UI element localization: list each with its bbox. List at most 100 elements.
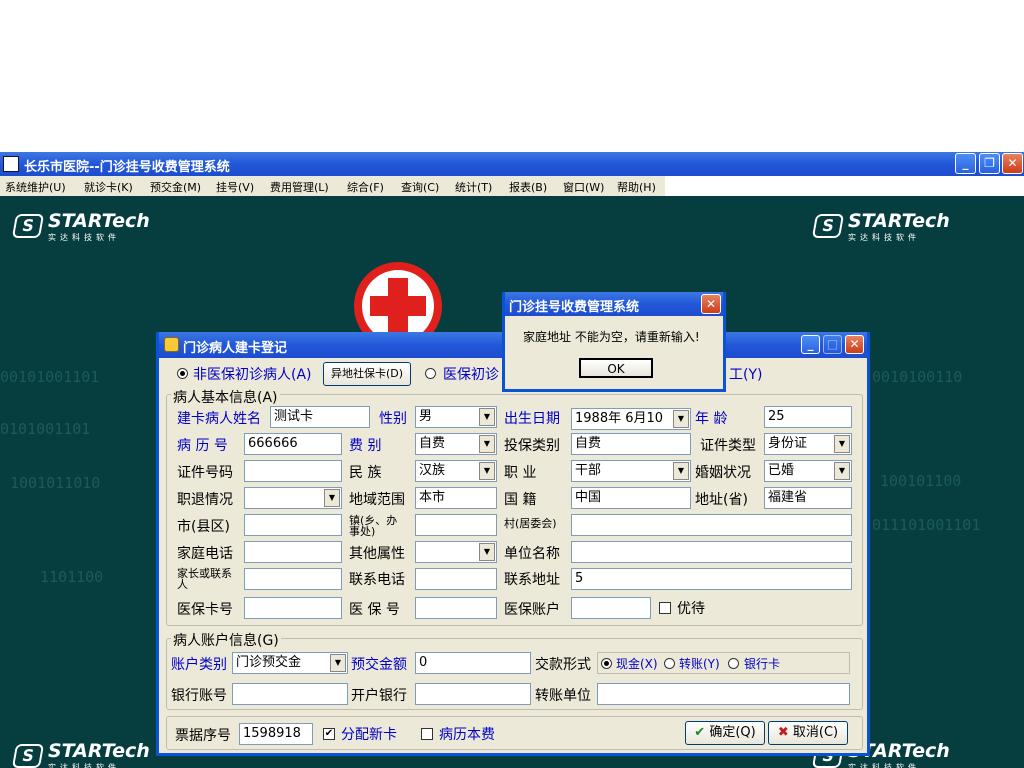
chevron-down-icon: ▼ (330, 654, 346, 672)
nation-label: 国 籍 (504, 492, 537, 508)
restore-button[interactable]: ❐ (979, 153, 1000, 174)
insure-no-field[interactable] (415, 597, 497, 619)
dialog-title: 门诊病人建卡登记 (183, 341, 288, 356)
radio-pay-transfer[interactable] (664, 658, 675, 669)
pay-cash-label[interactable]: 现金(X) (616, 655, 658, 672)
menu-stats[interactable]: 统计(T) (455, 179, 492, 195)
id-no-field[interactable] (244, 460, 342, 482)
menu-register[interactable]: 挂号(V) (216, 179, 254, 195)
home-phone-label: 家庭电话 (177, 546, 233, 562)
cancel-button[interactable]: ✖ 取消(C) (768, 721, 848, 745)
other-attr-select[interactable]: ▼ (415, 541, 497, 563)
receipt-field[interactable]: 1598918 (239, 723, 313, 745)
age-field[interactable]: 25 (764, 406, 852, 428)
bank-field[interactable] (415, 683, 531, 705)
deposit-field[interactable]: 0 (415, 652, 531, 674)
record-fee-checkbox[interactable] (421, 728, 433, 740)
priority-checkbox[interactable] (659, 602, 671, 614)
msgbox-ok-button[interactable]: OK (579, 358, 653, 378)
transfer-unit-field[interactable] (597, 683, 850, 705)
birth-date-picker[interactable]: 1988年 6月10 ▼ (571, 408, 691, 430)
city-label: 市(县区) (177, 519, 230, 535)
village-label: 村(居委会) (504, 517, 557, 530)
bank-acct-field[interactable] (232, 683, 348, 705)
radio-pay-bank[interactable] (728, 658, 739, 669)
app-icon (3, 156, 19, 172)
home-phone-field[interactable] (244, 541, 342, 563)
chevron-down-icon: ▼ (479, 462, 495, 480)
new-card-checkbox[interactable]: ✔ (323, 728, 335, 740)
msgbox-close-button[interactable]: ✕ (701, 294, 721, 314)
job-label: 职 业 (504, 465, 537, 481)
chevron-down-icon: ▼ (834, 435, 850, 453)
radio-non-insured[interactable] (177, 368, 188, 379)
pay-bank-label[interactable]: 银行卡 (744, 655, 780, 672)
cross-icon: ✖ (777, 725, 789, 740)
dialog-close-button[interactable]: ✕ (845, 335, 864, 354)
birth-label: 出生日期 (504, 411, 560, 427)
account-info-heading: 病人账户信息(G) (171, 630, 281, 650)
insure-type-field[interactable]: 自费 (571, 433, 691, 455)
fee-type-select[interactable]: 自费 ▼ (415, 433, 497, 455)
city-field[interactable] (244, 514, 342, 536)
menu-window[interactable]: 窗口(W) (563, 179, 604, 195)
menu-general[interactable]: 综合(F) (347, 179, 384, 195)
gender-select[interactable]: 男 ▼ (415, 406, 497, 428)
menu-card[interactable]: 就诊卡(K) (84, 179, 133, 195)
confirm-button[interactable]: ✔ 确定(Q) (685, 721, 765, 745)
job-select[interactable]: 干部 ▼ (571, 460, 691, 482)
other-attr-label: 其他属性 (349, 546, 405, 562)
contact-phone-field[interactable] (415, 568, 497, 590)
fee-type-label: 费 别 (349, 438, 382, 454)
check-icon: ✔ (694, 725, 706, 740)
town-field[interactable] (415, 514, 497, 536)
pay-form-label: 交款形式 (535, 657, 591, 673)
priority-label: 优待 (677, 601, 705, 617)
ethnic-select[interactable]: 汉族 ▼ (415, 460, 497, 482)
guardian-field[interactable] (244, 568, 342, 590)
startech-logo: S STARTech 实达科技软件 (806, 210, 950, 250)
province-label: 地址(省) (695, 492, 748, 508)
account-type-select[interactable]: 门诊预交金 ▼ (232, 652, 348, 674)
menu-deposit[interactable]: 预交金(M) (150, 179, 201, 195)
basic-info-group (166, 394, 863, 626)
pay-transfer-label[interactable]: 转账(Y) (679, 655, 720, 672)
record-no-field[interactable]: 666666 (244, 433, 342, 455)
close-button[interactable]: ✕ (1002, 153, 1023, 174)
menu-query[interactable]: 查询(C) (401, 179, 439, 195)
retire-select[interactable]: ▼ (244, 487, 342, 509)
nation-field[interactable]: 中国 (571, 487, 691, 509)
validation-message-box: 门诊挂号收费管理系统 ✕ 家庭地址 不能为空，请重新输入! OK (502, 292, 726, 392)
worker-label[interactable]: 工(Y) (729, 364, 762, 384)
chevron-down-icon: ▼ (479, 435, 495, 453)
msgbox-title: 门诊挂号收费管理系统 (509, 300, 640, 315)
marital-select[interactable]: 已婚 ▼ (764, 460, 852, 482)
guardian-label: 家长或联系人 (177, 567, 232, 591)
dialog-maximize-button[interactable]: □ (823, 335, 842, 354)
village-field[interactable] (571, 514, 852, 536)
chevron-down-icon: ▼ (479, 408, 495, 426)
menu-system[interactable]: 系统维护(U) (5, 179, 66, 195)
menu-fees[interactable]: 费用管理(L) (270, 179, 329, 195)
insured-label[interactable]: 医保初诊 (443, 364, 499, 384)
employer-field[interactable] (571, 541, 852, 563)
name-field[interactable]: 测试卡 (270, 406, 370, 428)
radio-pay-cash[interactable] (601, 658, 612, 669)
dialog-minimize-button[interactable]: _ (801, 335, 820, 354)
contact-addr-label: 联系地址 (504, 572, 560, 588)
startech-logo: S STARTech 实达科技软件 (6, 740, 150, 768)
id-type-select[interactable]: 身份证 ▼ (764, 433, 852, 455)
region-field[interactable]: 本市 (415, 487, 497, 509)
remote-social-card-button[interactable]: 异地社保卡(D) (323, 362, 411, 386)
menu-help[interactable]: 帮助(H) (617, 179, 656, 195)
name-label: 建卡病人姓名 (177, 411, 261, 427)
key-icon (164, 337, 179, 352)
radio-insured[interactable] (425, 368, 436, 379)
insure-acct-field[interactable] (571, 597, 651, 619)
menu-reports[interactable]: 报表(B) (509, 179, 547, 195)
province-field[interactable]: 福建省 (764, 487, 852, 509)
insure-card-field[interactable] (244, 597, 342, 619)
contact-addr-field[interactable]: 5 (571, 568, 852, 590)
non-insured-label[interactable]: 非医保初诊病人(A) (193, 364, 312, 384)
minimize-button[interactable]: _ (955, 153, 976, 174)
